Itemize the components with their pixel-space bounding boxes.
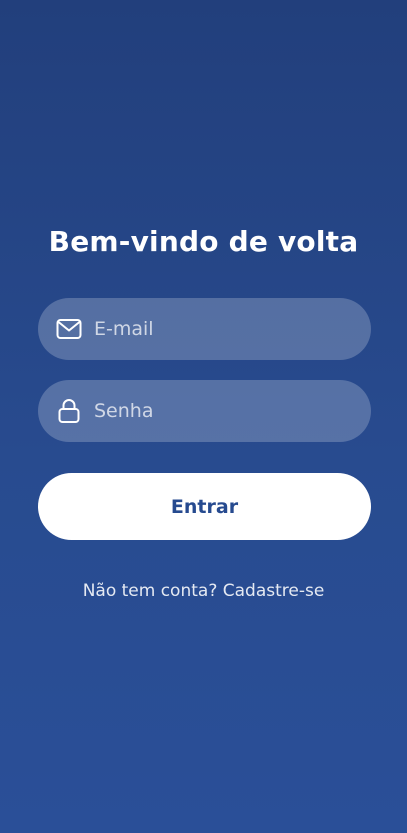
password-field[interactable]	[38, 380, 371, 442]
signup-link[interactable]: Cadastre-se	[223, 581, 325, 601]
email-field[interactable]	[38, 298, 371, 360]
password-input[interactable]	[94, 400, 344, 422]
mail-icon	[56, 316, 82, 342]
login-button[interactable]: Entrar	[38, 473, 371, 540]
lock-icon	[56, 398, 82, 424]
signup-prompt: Não tem conta? Cadastre-se	[0, 578, 407, 604]
signup-prompt-text: Não tem conta?	[82, 581, 223, 601]
page-title: Bem-vindo de volta	[48, 225, 359, 258]
email-input[interactable]	[94, 318, 344, 340]
login-screen: Bem-vindo de volta Entrar Não tem conta?…	[0, 0, 407, 833]
